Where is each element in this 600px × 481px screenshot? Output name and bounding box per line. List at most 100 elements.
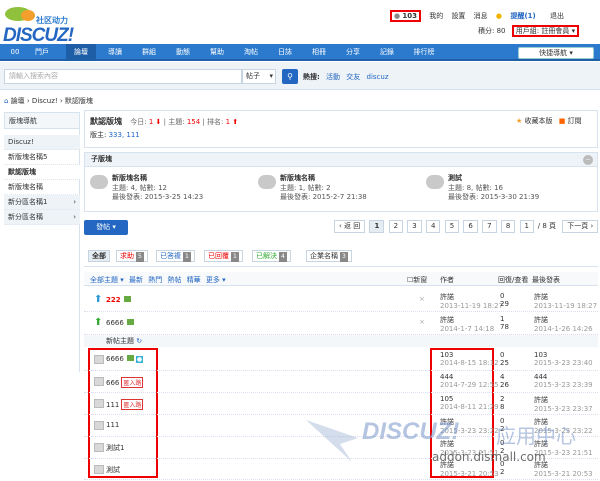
filter-digest[interactable]: 精華	[187, 276, 201, 284]
nav-item-share[interactable]: 分享	[338, 44, 368, 61]
thread-author[interactable]: 許諾	[440, 292, 503, 302]
table-row[interactable]: ⬆ 6666 × 許諾 2014-1-7 14:18 1 78 許諾 2014-1-2…	[84, 313, 598, 335]
sidebar-item-discuz[interactable]: Discuz!	[4, 135, 80, 150]
last-date[interactable]: 2015-3-23 23:37	[534, 405, 593, 413]
last-date[interactable]: 2013-11-19 18:27	[534, 302, 597, 310]
table-row[interactable]: 111 匿入路 105 2014-8-11 21:29 28 許諾 2015-3-23…	[84, 394, 598, 415]
last-poster[interactable]: 許諾	[534, 315, 593, 325]
last-date[interactable]: 2015-3-23 21:51	[534, 449, 593, 457]
user-credits[interactable]: ● 103	[390, 10, 421, 22]
pager-next[interactable]: 下一頁 ›	[562, 220, 599, 233]
last-poster[interactable]: 許諾	[534, 460, 593, 470]
new-topics-row[interactable]: 新帖主題 ↻	[84, 335, 598, 347]
last-poster[interactable]: 許諾	[534, 395, 593, 405]
pager-page[interactable]: 1	[369, 220, 385, 233]
sidebar-item-default[interactable]: 默認版塊	[4, 165, 80, 180]
favorite-button[interactable]: ★ 收藏本版	[516, 117, 553, 125]
subforum-last[interactable]: 最後發表: 2015-2-7 21:38	[280, 192, 367, 202]
nav-item-guide[interactable]: 導讀	[100, 44, 130, 61]
sidebar-item-group1[interactable]: 新分區名稱1 ›	[4, 195, 80, 210]
usergroup-link[interactable]: 用戶組: 註冊會員 ▾	[511, 25, 580, 37]
type-filter[interactable]: 已解決 4	[252, 250, 291, 262]
subforum-name[interactable]: 新版塊名稱	[280, 173, 315, 183]
nav-item-forum[interactable]: 論壇	[66, 44, 96, 61]
thread-author[interactable]: 許諾	[440, 460, 499, 470]
last-poster[interactable]: 103	[534, 351, 593, 359]
close-icon[interactable]: ×	[419, 318, 425, 326]
thread-author[interactable]: 105	[440, 395, 499, 403]
nav-item-collection[interactable]: 淘帖	[236, 44, 266, 61]
thread-title[interactable]: 6666	[106, 319, 124, 327]
subforum-name[interactable]: 新版塊名稱	[112, 173, 147, 183]
quick-nav-button[interactable]: 快捷導航 ▾	[518, 47, 594, 59]
post-button[interactable]: 發帖 ▾	[84, 220, 128, 235]
hot-link[interactable]: 活動	[326, 73, 340, 81]
thread-author[interactable]: 許諾	[440, 315, 494, 325]
collapse-icon[interactable]: −	[583, 155, 593, 165]
table-row[interactable]: 6666 ● 103 2014-8-15 18:12 0 25 103 2015-3-2…	[84, 350, 598, 371]
new-window-toggle[interactable]: ☐新窗	[407, 275, 427, 285]
moderator-links[interactable]: 333, 111	[109, 131, 140, 139]
sidebar-item-newforum[interactable]: 新版塊名稱	[4, 180, 80, 195]
thread-title[interactable]: 6666	[106, 355, 124, 363]
thread-author[interactable]: 許諾	[440, 417, 499, 427]
rss-button[interactable]: ■ 訂閱	[559, 117, 582, 125]
last-poster[interactable]: 許諾	[534, 417, 593, 427]
thread-author[interactable]: 103	[440, 351, 499, 359]
thread-author[interactable]: 許諾	[440, 439, 499, 449]
subforum-name[interactable]: 測試	[448, 173, 462, 183]
last-poster[interactable]: 許諾	[534, 439, 593, 449]
table-row[interactable]: 測試 許諾 2015-3-21 20:53 02 許諾 2015-3-21 20:5…	[84, 460, 598, 480]
type-all[interactable]: 全部	[88, 250, 110, 262]
credit-text[interactable]: 積分: 80	[478, 27, 506, 35]
nav-item-00[interactable]: 00	[4, 44, 26, 61]
home-icon[interactable]: ⌂	[4, 97, 8, 105]
my-link[interactable]: 我的	[429, 11, 443, 21]
reminder-link[interactable]: ● 提醒(1)	[496, 11, 542, 21]
filter-hot[interactable]: 熱門	[148, 276, 162, 284]
nav-item-portal[interactable]: 門戶	[28, 44, 56, 61]
nav-item-help[interactable]: 幫助	[202, 44, 232, 61]
search-scope-select[interactable]: 帖子 ▾	[242, 69, 276, 84]
filter-hottopic[interactable]: 熱帖	[167, 276, 181, 284]
last-poster[interactable]: 444	[534, 373, 593, 381]
pager-page[interactable]: 8	[500, 220, 516, 233]
thread-title[interactable]: 測試1	[106, 443, 124, 453]
filter-all[interactable]: 全部主題 ▾	[90, 276, 124, 284]
pager-page[interactable]: 6	[463, 220, 478, 233]
nav-item-album[interactable]: 相冊	[304, 44, 334, 61]
logout-link[interactable]: 退出	[550, 11, 564, 21]
pager-page[interactable]: 3	[407, 220, 422, 233]
last-poster[interactable]: 許諾	[534, 292, 597, 302]
pager-page[interactable]: 7	[482, 220, 497, 233]
nav-item-doing[interactable]: 記錄	[372, 44, 402, 61]
subforum-last[interactable]: 最後發表: 2015-3-25 14:23	[112, 192, 203, 202]
search-button[interactable]: ⚲	[282, 69, 298, 84]
messages-link[interactable]: 消息	[474, 11, 488, 21]
thread-title[interactable]: 111	[106, 421, 119, 429]
pager-page[interactable]: 4	[426, 220, 441, 233]
thread-title[interactable]: 222	[106, 296, 121, 304]
nav-item-feed[interactable]: 動態	[168, 44, 198, 61]
thread-title[interactable]: 測試	[106, 465, 120, 475]
type-filter[interactable]: 已答複 1	[156, 250, 195, 262]
table-row[interactable]: 測試1 許諾 2015-3-23 21:51 02 許諾 2015-3-23 21:…	[84, 438, 598, 459]
thread-title[interactable]: 111	[106, 401, 119, 409]
nav-item-ranklist[interactable]: 排行榜	[406, 44, 442, 61]
close-icon[interactable]: ×	[419, 295, 425, 303]
settings-link[interactable]: 設置	[451, 11, 465, 21]
sidebar-item-group[interactable]: 新分區名稱 ›	[4, 210, 80, 225]
thread-author[interactable]: 444	[440, 373, 499, 381]
hot-link[interactable]: 交友	[346, 73, 360, 81]
table-row[interactable]: 111 許諾 2015-3-23 23:22 02 許諾 2015-3-23 23:…	[84, 416, 598, 437]
type-filter[interactable]: 已回覆 1	[204, 250, 243, 262]
filter-more[interactable]: 更多 ▾	[206, 276, 226, 284]
site-logo[interactable]: 社区动力 DISCUZ!	[3, 5, 83, 46]
type-filter[interactable]: 企業名稱 3	[306, 250, 352, 262]
search-input[interactable]: 請輸入搜索內容	[4, 69, 242, 84]
pager-input[interactable]: 1	[519, 220, 534, 233]
last-date[interactable]: 2014-1-26 14:26	[534, 325, 593, 333]
pager-back[interactable]: ‹ 返 回	[334, 220, 366, 233]
hot-link[interactable]: discuz	[367, 73, 389, 81]
sidebar-item-forum5[interactable]: 新版塊名稱5	[4, 150, 80, 165]
